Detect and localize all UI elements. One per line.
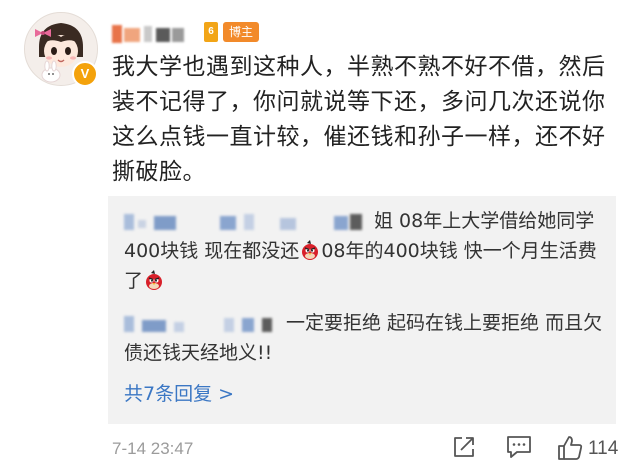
like-count: 114 [588,438,619,459]
comment-text: 我大学也遇到这种人，半熟不熟不好不借，然后装不记得了，你问就说等下还，多问几次还… [112,54,606,185]
username-redaction-block [112,25,122,43]
username-redaction-block [172,28,184,42]
username-redaction-block [156,28,170,42]
comment-icon [507,436,531,458]
comment-button[interactable] [505,434,533,460]
author-role-tag: 博主 [223,22,260,42]
angry-bird-emoji-icon [146,270,163,290]
reply-item: 姐 08年上大学借给她同学400块钱 现在都没还 08年的400块钱 快一个月生… [124,206,604,296]
share-icon [454,437,474,457]
reply-item: 一定要拒绝 起码在钱上要拒绝 而且欠债还钱天经地义!! [124,308,604,368]
angry-bird-emoji-icon [302,240,319,260]
verified-badge: V [72,61,98,87]
username-redaction-block [124,28,140,42]
thumbs-up-icon [558,436,583,460]
like-button[interactable] [556,434,584,462]
username-redaction-block [144,26,152,42]
replies-panel[interactable]: 姐 08年上大学借给她同学400块钱 现在都没还 08年的400块钱 快一个月生… [108,196,616,424]
share-button[interactable] [451,434,477,460]
comment-timestamp: 7-14 23:47 [112,439,194,458]
level-badge: 6 [204,22,218,42]
username-redacted[interactable] [112,22,188,48]
view-more-replies-link[interactable]: 共7条回复 > [124,382,234,406]
